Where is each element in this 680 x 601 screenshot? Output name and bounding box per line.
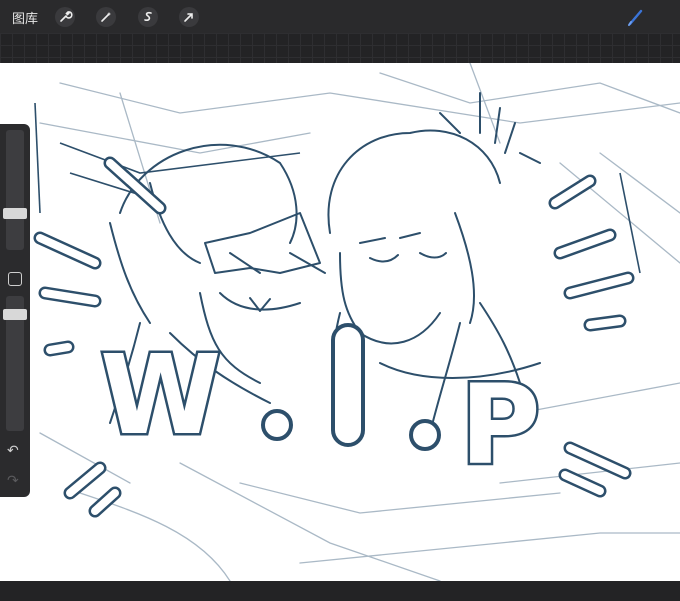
wip-text: W P [98, 323, 543, 492]
transform-arrow-icon[interactable] [179, 7, 199, 27]
gallery-button[interactable]: 图库 [12, 8, 38, 27]
brush-icon[interactable] [626, 7, 646, 27]
wip-letter-i [331, 323, 365, 447]
redo-icon[interactable]: ↷ [7, 474, 19, 488]
modify-button[interactable] [8, 272, 22, 286]
undo-icon[interactable]: ↶ [7, 444, 19, 458]
brush-opacity-thumb[interactable] [3, 309, 27, 320]
magic-wand-icon[interactable] [96, 7, 116, 27]
canvas-border [0, 33, 680, 63]
brush-size-slider[interactable] [6, 130, 24, 250]
bottom-bar [0, 581, 680, 601]
wip-sketch-artwork: W P [33, 63, 680, 581]
wip-dot-1 [261, 409, 293, 441]
wip-letter-w: W [100, 331, 221, 459]
brush-size-thumb[interactable] [3, 208, 27, 219]
top-toolbar: 图库 [0, 0, 680, 33]
drawing-canvas[interactable]: W P [0, 63, 680, 581]
wip-letter-p: P [460, 361, 541, 489]
wrench-icon[interactable] [55, 7, 75, 27]
left-sidebar: ↶ ↷ [0, 124, 30, 497]
wip-dot-2 [409, 419, 441, 451]
selection-icon[interactable] [138, 7, 158, 27]
